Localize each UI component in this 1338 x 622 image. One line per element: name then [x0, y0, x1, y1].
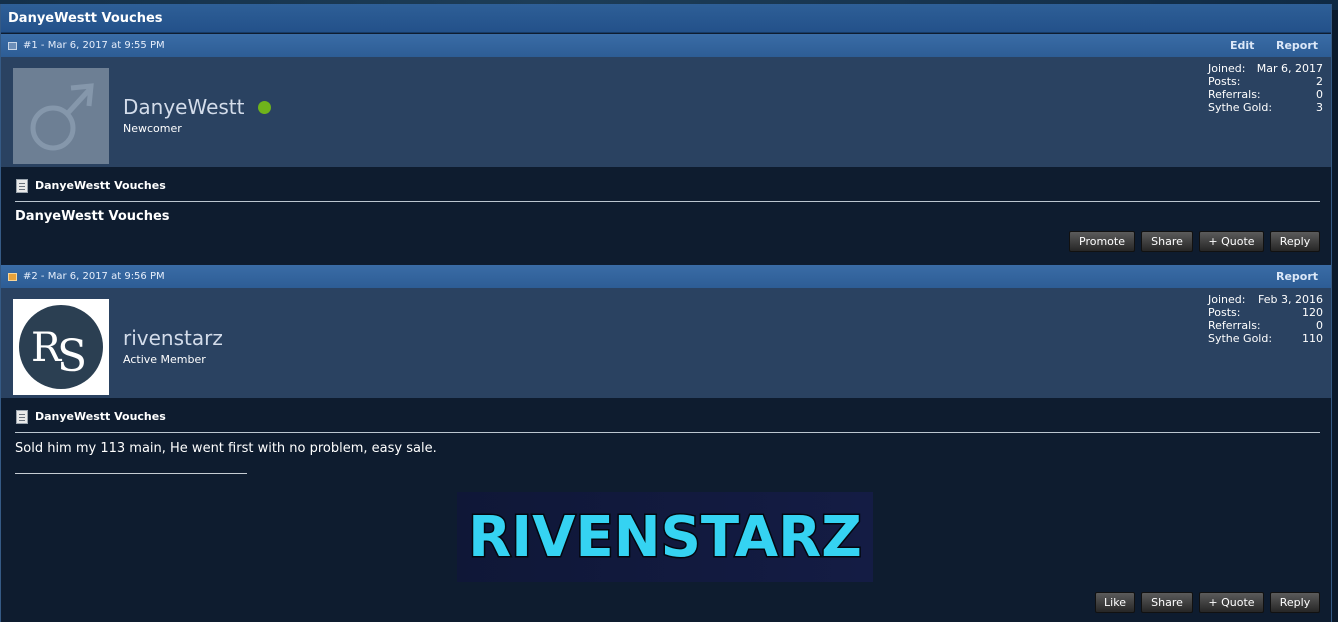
document-icon: [16, 410, 28, 424]
gold-label: Sythe Gold:: [1208, 332, 1273, 345]
avatar[interactable]: R S: [13, 299, 109, 395]
post-title-divider: [15, 432, 1320, 433]
report-link[interactable]: Report: [1276, 39, 1318, 52]
post-header: #1 - Mar 6, 2017 at 9:55 PM Edit Report: [1, 34, 1331, 57]
referrals-label: Referrals:: [1208, 88, 1261, 101]
post-title-divider: [15, 201, 1320, 202]
signature-banner-image: RIVENSTARZ: [457, 492, 873, 582]
quote-button[interactable]: + Quote: [1199, 231, 1264, 252]
online-status-icon: [258, 101, 271, 114]
reply-button[interactable]: Reply: [1270, 592, 1320, 613]
thread-container: DanyeWestt Vouches #1 - Mar 6, 2017 at 9…: [0, 4, 1332, 622]
post-body: DanyeWestt Vouches: [15, 209, 170, 224]
banner-text: RIVENSTARZ: [468, 505, 862, 570]
joined-label: Joined:: [1208, 62, 1246, 75]
signature-divider: [15, 473, 247, 474]
thread-header: DanyeWestt Vouches: [1, 4, 1331, 33]
reply-button[interactable]: Reply: [1270, 231, 1320, 252]
post-read-icon: [8, 42, 17, 50]
posts-value[interactable]: 120: [1302, 306, 1323, 319]
avatar[interactable]: [13, 68, 109, 164]
joined-label: Joined:: [1208, 293, 1246, 306]
post-new-icon: [8, 273, 17, 281]
post-body: Sold him my 113 main, He went first with…: [15, 441, 437, 456]
joined-value: Mar 6, 2017: [1256, 62, 1323, 75]
posts-value[interactable]: 2: [1316, 75, 1323, 88]
male-symbol-icon: [30, 83, 94, 151]
promote-button[interactable]: Promote: [1069, 231, 1135, 252]
posts-label: Posts:: [1208, 306, 1241, 319]
referrals-label: Referrals:: [1208, 319, 1261, 332]
quote-button[interactable]: + Quote: [1199, 592, 1264, 613]
user-info-bar: DanyeWestt Newcomer Joined: Mar 6, 2017 P…: [1, 57, 1331, 167]
gold-value: 110: [1302, 332, 1323, 345]
report-link[interactable]: Report: [1276, 270, 1318, 283]
user-stats: Joined: Feb 3, 2016 Posts: 120 Referrals: 0…: [1208, 293, 1323, 345]
post-header: #2 - Mar 6, 2017 at 9:56 PM Report: [1, 265, 1331, 288]
gold-label: Sythe Gold:: [1208, 101, 1273, 114]
gold-value: 3: [1316, 101, 1323, 114]
username-link[interactable]: rivenstarz: [123, 326, 223, 350]
user-title: Active Member: [123, 353, 206, 366]
post-permalink[interactable]: #2 - Mar 6, 2017 at 9:56 PM: [23, 271, 165, 282]
thread-title: DanyeWestt Vouches: [8, 11, 163, 26]
joined-value: Feb 3, 2016: [1258, 293, 1323, 306]
like-button[interactable]: Like: [1095, 592, 1135, 613]
user-stats: Joined: Mar 6, 2017 Posts: 2 Referrals: 0 S…: [1208, 62, 1323, 114]
post-title: DanyeWestt Vouches: [35, 179, 166, 192]
post-content: DanyeWestt Vouches DanyeWestt Vouches Pr…: [1, 167, 1331, 264]
user-info-bar: R S rivenstarz Active Member Joined: Feb …: [1, 288, 1331, 398]
post-title: DanyeWestt Vouches: [35, 410, 166, 423]
user-title: Newcomer: [123, 122, 182, 135]
signature-banner: RIVENSTARZ: [457, 492, 873, 582]
document-icon: [16, 179, 28, 193]
referrals-value: 0: [1316, 319, 1323, 332]
rs-logo-icon: R S: [19, 305, 103, 389]
share-button[interactable]: Share: [1141, 231, 1193, 252]
posts-label: Posts:: [1208, 75, 1241, 88]
post-permalink[interactable]: #1 - Mar 6, 2017 at 9:55 PM: [23, 40, 165, 51]
username-link[interactable]: DanyeWestt: [123, 95, 244, 119]
edit-link[interactable]: Edit: [1230, 39, 1254, 52]
svg-text:S: S: [57, 331, 87, 382]
share-button[interactable]: Share: [1141, 592, 1193, 613]
referrals-value: 0: [1316, 88, 1323, 101]
